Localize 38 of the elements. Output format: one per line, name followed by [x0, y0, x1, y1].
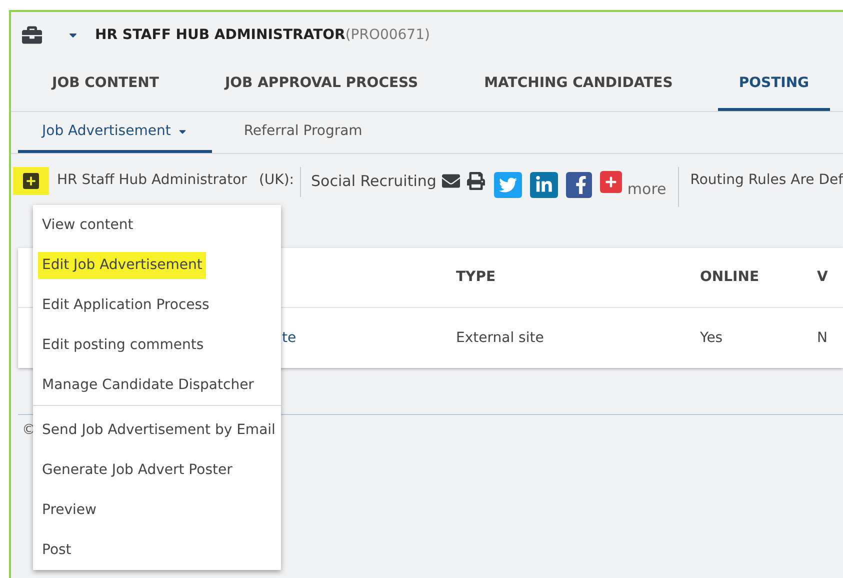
menu-item[interactable]: Edit Job Advertisement	[38, 252, 206, 278]
subtab[interactable]: Job Advertisement	[18, 112, 212, 153]
menu-item[interactable]: Edit posting comments	[38, 332, 208, 358]
bird-icon[interactable]	[494, 172, 522, 198]
briefcase-icon	[21, 25, 43, 45]
tab[interactable]: JOB APPROVAL PROCESS	[204, 58, 440, 111]
column-header: ONLINE	[700, 268, 760, 287]
plus-icon	[23, 173, 39, 189]
tab[interactable]: POSTING	[718, 58, 830, 111]
facebook-icon[interactable]	[566, 172, 592, 198]
print-icon[interactable]	[466, 172, 486, 190]
menu-item[interactable]: Send Job Advertisement by Email	[38, 416, 280, 444]
menu-item[interactable]: Post	[38, 536, 76, 564]
menu-item[interactable]: Manage Candidate Dispatcher	[38, 372, 258, 398]
table-cell-text: Yes	[700, 328, 724, 348]
linkedin-icon[interactable]	[530, 172, 558, 198]
tab[interactable]: JOB CONTENT	[31, 58, 180, 111]
subtab[interactable]: Referral Program	[220, 112, 386, 153]
menu-item[interactable]: Preview	[38, 496, 100, 524]
add-button[interactable]	[13, 167, 49, 195]
plus-icon[interactable]	[600, 171, 622, 193]
table-cell-text: N	[817, 328, 828, 348]
table-link[interactable]: te	[282, 328, 456, 348]
menu-item[interactable]: Edit Application Process	[38, 292, 214, 318]
menu-item[interactable]: View content	[38, 212, 138, 238]
site-name: HR Staff Hub Administrator	[57, 171, 247, 190]
social-recruiting-label: Social Recruiting	[311, 171, 436, 192]
locale-label: (UK):	[258, 171, 294, 190]
page-title: HR STAFF HUB ADMINISTRATOR	[95, 26, 346, 44]
routing-rules-text: Routing Rules Are Def	[690, 171, 843, 190]
position-code: (PRO00671)	[345, 26, 430, 44]
column-header: V	[817, 268, 828, 287]
column-header: TYPE	[456, 268, 497, 287]
mail-icon[interactable]	[440, 172, 462, 190]
table-cell-text: External site	[456, 328, 545, 348]
tab[interactable]: MATCHING CANDIDATES	[463, 58, 694, 111]
more-link[interactable]: more	[627, 178, 666, 200]
menu-item[interactable]: Generate Job Advert Poster	[38, 456, 236, 484]
